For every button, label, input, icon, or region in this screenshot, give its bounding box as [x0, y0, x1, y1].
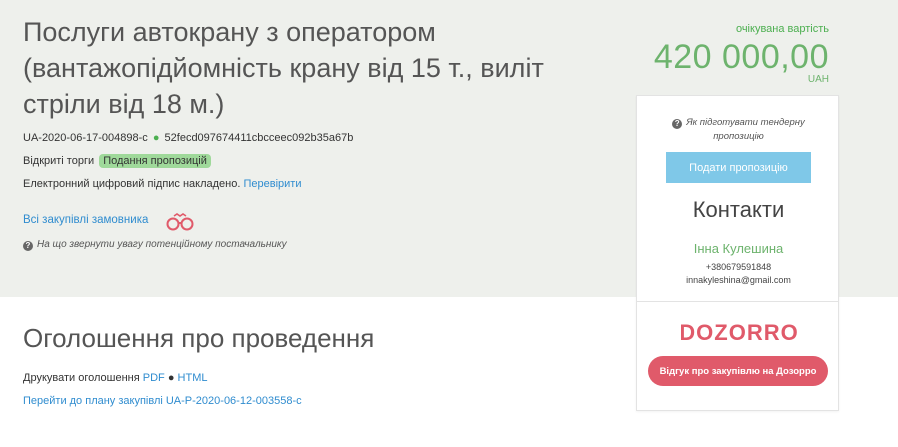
bullet-dot-icon: ● [167, 372, 175, 384]
verify-signature-link[interactable]: Перевірити [243, 178, 301, 190]
print-announcement-line: Друкувати оголошення PDF ● HTML [23, 372, 207, 384]
side-panel: ? Як підготувати тендерну пропозицію Пода… [636, 95, 839, 411]
procurement-plan-link[interactable]: Перейти до плану закупівлі UA-P-2020-06-… [23, 395, 302, 407]
print-pdf-link[interactable]: PDF [143, 372, 165, 384]
print-html-link[interactable]: HTML [178, 372, 208, 384]
question-icon: ? [672, 119, 683, 129]
panel-divider [637, 301, 838, 302]
dozorro-logo: DOZORRO [681, 320, 797, 345]
howto-bid-link[interactable]: ? Як підготувати тендерну пропозицію [637, 116, 840, 144]
dozorro-feedback-button[interactable]: Відгук про закупівлю на Дозорро [648, 356, 828, 386]
contact-name: Інна Кулешина [693, 241, 784, 256]
tender-id: UA-2020-06-17-004898-c [23, 132, 148, 144]
contacts-title: Контакти [692, 197, 785, 222]
expected-value-amount: 420 000,00 [653, 38, 829, 76]
print-announcement-label: Друкувати оголошення [23, 372, 140, 384]
tender-id-line: UA-2020-06-17-004898-c ● 52fecd097674411… [23, 132, 353, 144]
announcement-title: Оголошення про проведення [23, 323, 375, 353]
all-buyer-tenders-link[interactable]: Всі закупівлі замовника [23, 214, 148, 226]
question-icon: ? [23, 241, 33, 251]
dozorro-logo-text: DOZORRO [681, 320, 797, 345]
contact-phone: +380679591848 [705, 262, 772, 272]
attention-note[interactable]: ? На що звернути увагу потенційному поста… [23, 239, 287, 251]
contact-email: innakyleshina@gmail.com [686, 275, 791, 285]
signature-line: Електронний цифровий підпис накладено. П… [23, 178, 301, 190]
signature-text: Електронний цифровий підпис накладено. [23, 178, 241, 190]
procedure-line: Відкриті торги Подання пропозицій [23, 154, 211, 168]
binoculars-icon[interactable] [164, 212, 196, 232]
status-badge: Подання пропозицій [99, 154, 211, 168]
tender-title: Послуги автокрану з оператором (вантажоп… [23, 17, 544, 119]
procedure-type: Відкриті торги [23, 155, 95, 167]
expected-value-caption: очікувана вартість [735, 23, 829, 35]
expected-value-currency: UAH [807, 74, 829, 85]
submit-bid-button[interactable]: Подати пропозицію [666, 152, 811, 183]
attention-note-text: На що звернути увагу потенційному постач… [37, 239, 287, 250]
bullet-dot-icon: ● [152, 132, 160, 144]
howto-bid-text: Як підготувати тендерну пропозицію [686, 117, 805, 142]
tender-hash: 52fecd097674411cbcceec092b35a67b [164, 132, 354, 144]
